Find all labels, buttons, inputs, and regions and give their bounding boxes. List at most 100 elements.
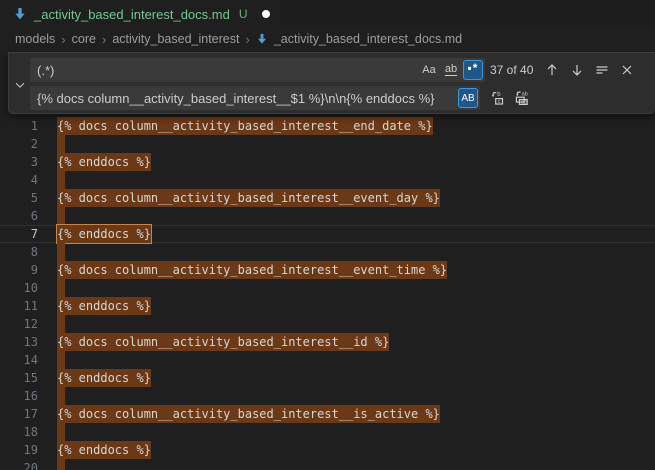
code-line[interactable]: 2 [0,135,655,153]
search-match-highlight [57,351,65,369]
line-number[interactable]: 16 [0,387,38,405]
line-number[interactable]: 19 [0,441,38,459]
code-line[interactable]: 6 [0,207,655,225]
search-match-highlight [57,387,65,405]
editor-tab[interactable]: _activity_based_interest_docs.md U [0,0,280,28]
unsaved-changes-dot-icon[interactable] [262,10,270,18]
breadcrumb: models › core › activity_based_interest … [0,28,655,50]
whole-word-label: ab [445,64,457,76]
line-number[interactable]: 2 [0,135,38,153]
search-match-highlight: {% docs column__activity_based_interest_… [57,261,447,279]
line-text[interactable]: {% enddocs %} [57,441,151,459]
code-lines: 1 {% docs column__activity_based_interest… [0,117,655,470]
svg-text:c: c [498,99,501,105]
code-line[interactable]: 4 [0,171,655,189]
breadcrumb-item-activity-based-interest[interactable]: activity_based_interest [112,32,239,46]
code-line[interactable]: 17 {% docs column__activity_based_interes… [0,405,655,423]
search-match-highlight: {% docs column__activity_based_interest_… [57,333,389,351]
code-line[interactable]: 18 [0,423,655,441]
line-text[interactable]: {% enddocs %} [57,369,151,387]
line-text[interactable]: {% docs column__activity_based_interest_… [57,189,440,207]
replace-action-buttons: b c ab ab [488,86,532,110]
line-number[interactable]: 14 [0,351,38,369]
code-line[interactable]: 14 [0,351,655,369]
line-number[interactable]: 9 [0,261,38,279]
line-number[interactable]: 17 [0,405,38,423]
code-line[interactable]: 12 [0,315,655,333]
line-number[interactable]: 12 [0,315,38,333]
preserve-case-toggle[interactable]: AB [458,88,478,108]
search-match-highlight [57,315,65,333]
match-case-toggle[interactable]: Aa [419,60,439,80]
search-match-highlight: {% enddocs %} [57,297,151,315]
markdown-file-icon [13,7,27,21]
search-match-highlight: {% docs column__activity_based_interest_… [57,405,440,423]
line-text[interactable]: {% enddocs %} [57,297,151,315]
search-match-highlight: {% enddocs %} [57,153,151,171]
editor-pane[interactable]: 1 {% docs column__activity_based_interest… [0,50,655,470]
line-text[interactable]: {% docs column__activity_based_interest_… [57,261,447,279]
search-match-highlight [57,243,65,261]
code-line[interactable]: 3 {% enddocs %} [0,153,655,171]
line-number[interactable]: 6 [0,207,38,225]
next-match-button[interactable] [567,60,587,80]
find-in-selection-button[interactable] [592,60,612,80]
breadcrumb-separator: › [61,32,65,47]
line-number[interactable]: 8 [0,243,38,261]
regex-toggle[interactable]: ▪* [463,60,483,80]
line-text[interactable]: {% docs column__activity_based_interest_… [57,333,389,351]
line-number[interactable]: 13 [0,333,38,351]
line-number[interactable]: 10 [0,279,38,297]
vscode-window: { "tab": { "filename": "_activity_based_… [0,0,655,470]
line-number[interactable]: 7 [0,225,38,243]
line-text[interactable]: {% docs column__activity_based_interest_… [57,117,433,135]
code-line[interactable]: 20 [0,459,655,470]
previous-match-button[interactable] [542,60,562,80]
breadcrumb-item-models[interactable]: models [15,32,55,46]
line-text[interactable]: {% enddocs %} [57,153,151,171]
line-number[interactable]: 5 [0,189,38,207]
search-match-highlight: {% enddocs %} [57,369,151,387]
line-number[interactable]: 11 [0,297,38,315]
code-line[interactable]: 9 {% docs column__activity_based_interest… [0,261,655,279]
code-line[interactable]: 19 {% enddocs %} [0,441,655,459]
line-number[interactable]: 15 [0,369,38,387]
close-find-widget-button[interactable] [617,60,637,80]
toggle-replace-chevron-down-icon[interactable] [10,75,29,94]
replace-button[interactable]: b c [488,88,508,108]
line-text[interactable] [57,459,65,470]
find-input-value: (.*) [37,63,419,78]
find-input[interactable]: (.*) Aa ab ▪* [30,58,485,82]
tab-bar: _activity_based_interest_docs.md U [0,0,655,28]
line-number[interactable]: 20 [0,459,38,470]
line-text[interactable]: {% docs column__activity_based_interest_… [57,405,440,423]
code-line[interactable]: 5 {% docs column__activity_based_interest… [0,189,655,207]
code-line[interactable]: 8 [0,243,655,261]
replace-all-button[interactable]: ab ab [512,88,532,108]
code-line[interactable]: 1 {% docs column__activity_based_interest… [0,117,655,135]
svg-text:b: b [497,92,501,98]
code-line[interactable]: 11 {% enddocs %} [0,297,655,315]
breadcrumb-separator: › [102,32,106,47]
code-line[interactable]: 16 [0,387,655,405]
line-number[interactable]: 1 [0,117,38,135]
line-text[interactable]: {% enddocs %} [57,225,151,243]
breadcrumb-item-file[interactable]: _activity_based_interest_docs.md [274,32,462,46]
git-status-badge: U [239,7,248,21]
code-line[interactable]: 15 {% enddocs %} [0,369,655,387]
line-number[interactable]: 18 [0,423,38,441]
whole-word-toggle[interactable]: ab [441,60,461,80]
line-number[interactable]: 3 [0,153,38,171]
breadcrumb-separator: › [245,32,249,47]
search-match-highlight [57,459,65,470]
code-line[interactable]: 10 [0,279,655,297]
svg-text:ab: ab [521,100,527,106]
code-line[interactable]: 13 {% docs column__activity_based_interes… [0,333,655,351]
code-line[interactable]: 7 {% enddocs %} [0,225,655,243]
breadcrumb-item-core[interactable]: core [72,32,96,46]
search-match-highlight: {% docs column__activity_based_interest_… [57,117,433,135]
find-results-count: 37 of 40 [490,58,533,82]
replace-input[interactable]: {% docs column__activity_based_interest_… [30,86,480,110]
line-number[interactable]: 4 [0,171,38,189]
search-match-highlight [57,171,65,189]
